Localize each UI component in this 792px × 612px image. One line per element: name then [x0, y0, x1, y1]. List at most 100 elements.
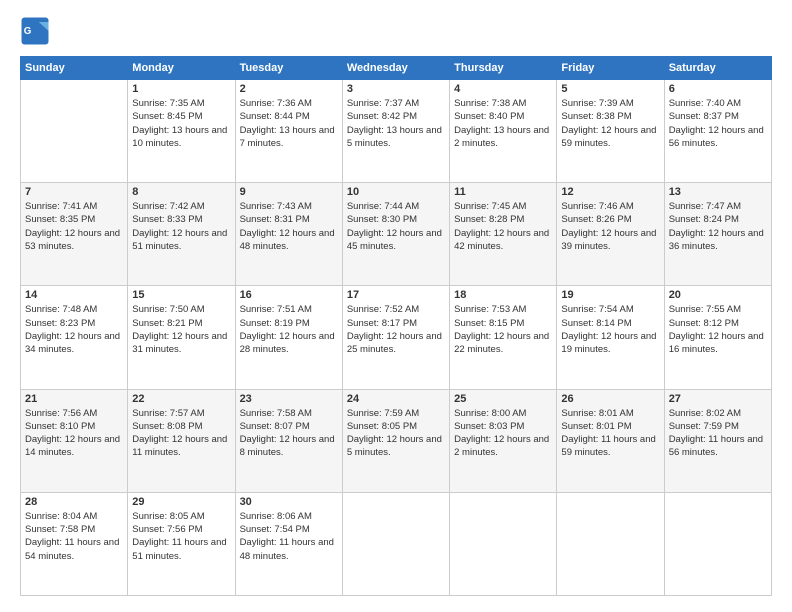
calendar-header-monday: Monday: [128, 57, 235, 80]
calendar-cell: 27Sunrise: 8:02 AMSunset: 7:59 PMDayligh…: [664, 389, 771, 492]
day-info: Sunrise: 7:54 AMSunset: 8:14 PMDaylight:…: [561, 303, 659, 356]
day-info: Sunrise: 8:05 AMSunset: 7:56 PMDaylight:…: [132, 510, 230, 563]
day-info: Sunrise: 8:06 AMSunset: 7:54 PMDaylight:…: [240, 510, 338, 563]
day-number: 17: [347, 289, 445, 301]
calendar-header-saturday: Saturday: [664, 57, 771, 80]
day-number: 4: [454, 83, 552, 95]
calendar-week-2: 7Sunrise: 7:41 AMSunset: 8:35 PMDaylight…: [21, 183, 772, 286]
day-number: 30: [240, 496, 338, 508]
day-info: Sunrise: 7:37 AMSunset: 8:42 PMDaylight:…: [347, 97, 445, 150]
calendar-cell: 19 Sunrise: 7:54 AMSunset: 8:14 PMDayligh…: [557, 286, 664, 389]
calendar-cell: 25 Sunrise: 8:00 AMSunset: 8:03 PMDayligh…: [450, 389, 557, 492]
page: G SundayMondayTuesdayWednesdayThursdayFr…: [0, 0, 792, 612]
calendar-table: SundayMondayTuesdayWednesdayThursdayFrid…: [20, 56, 772, 596]
day-number: 18: [454, 289, 552, 301]
calendar-cell: 30 Sunrise: 8:06 AMSunset: 7:54 PMDayligh…: [235, 492, 342, 595]
day-number: 11: [454, 186, 552, 198]
header: G: [20, 16, 772, 46]
svg-text:G: G: [24, 26, 32, 37]
day-info: Sunrise: 7:39 AMSunset: 8:38 PMDaylight:…: [561, 97, 659, 150]
calendar-cell: 5 Sunrise: 7:39 AMSunset: 8:38 PMDaylight…: [557, 80, 664, 183]
calendar-week-4: 21 Sunrise: 7:56 AMSunset: 8:10 PMDayligh…: [21, 389, 772, 492]
calendar-cell: 29Sunrise: 8:05 AMSunset: 7:56 PMDayligh…: [128, 492, 235, 595]
day-info: Sunrise: 7:57 AMSunset: 8:08 PMDaylight:…: [132, 407, 230, 460]
calendar-cell: [21, 80, 128, 183]
calendar-cell: [450, 492, 557, 595]
day-number: 20: [669, 289, 767, 301]
day-info: Sunrise: 7:42 AMSunset: 8:33 PMDaylight:…: [132, 200, 230, 253]
calendar-week-3: 14Sunrise: 7:48 AMSunset: 8:23 PMDayligh…: [21, 286, 772, 389]
day-number: 25: [454, 393, 552, 405]
day-number: 26: [561, 393, 659, 405]
day-number: 23: [240, 393, 338, 405]
calendar-cell: 23 Sunrise: 7:58 AMSunset: 8:07 PMDayligh…: [235, 389, 342, 492]
day-info: Sunrise: 7:55 AMSunset: 8:12 PMDaylight:…: [669, 303, 767, 356]
calendar-cell: 1Sunrise: 7:35 AMSunset: 8:45 PMDaylight…: [128, 80, 235, 183]
calendar-cell: 14Sunrise: 7:48 AMSunset: 8:23 PMDayligh…: [21, 286, 128, 389]
day-number: 12: [561, 186, 659, 198]
day-info: Sunrise: 7:40 AMSunset: 8:37 PMDaylight:…: [669, 97, 767, 150]
day-info: Sunrise: 8:01 AMSunset: 8:01 PMDaylight:…: [561, 407, 659, 460]
calendar-week-5: 28Sunrise: 8:04 AMSunset: 7:58 PMDayligh…: [21, 492, 772, 595]
calendar-week-1: 1Sunrise: 7:35 AMSunset: 8:45 PMDaylight…: [21, 80, 772, 183]
day-number: 16: [240, 289, 338, 301]
day-info: Sunrise: 7:56 AMSunset: 8:10 PMDaylight:…: [25, 407, 123, 460]
day-number: 24: [347, 393, 445, 405]
day-info: Sunrise: 7:38 AMSunset: 8:40 PMDaylight:…: [454, 97, 552, 150]
day-info: Sunrise: 7:50 AMSunset: 8:21 PMDaylight:…: [132, 303, 230, 356]
calendar-header-row: SundayMondayTuesdayWednesdayThursdayFrid…: [21, 57, 772, 80]
calendar-header-thursday: Thursday: [450, 57, 557, 80]
calendar-cell: 20 Sunrise: 7:55 AMSunset: 8:12 PMDayligh…: [664, 286, 771, 389]
calendar-cell: [557, 492, 664, 595]
calendar-cell: 24 Sunrise: 7:59 AMSunset: 8:05 PMDayligh…: [342, 389, 449, 492]
day-info: Sunrise: 7:53 AMSunset: 8:15 PMDaylight:…: [454, 303, 552, 356]
calendar-cell: 6Sunrise: 7:40 AMSunset: 8:37 PMDaylight…: [664, 80, 771, 183]
calendar-cell: 16 Sunrise: 7:51 AMSunset: 8:19 PMDayligh…: [235, 286, 342, 389]
day-number: 27: [669, 393, 767, 405]
day-info: Sunrise: 7:44 AMSunset: 8:30 PMDaylight:…: [347, 200, 445, 253]
day-info: Sunrise: 7:47 AMSunset: 8:24 PMDaylight:…: [669, 200, 767, 253]
day-number: 15: [132, 289, 230, 301]
calendar-cell: 15 Sunrise: 7:50 AMSunset: 8:21 PMDayligh…: [128, 286, 235, 389]
calendar-header-wednesday: Wednesday: [342, 57, 449, 80]
day-number: 13: [669, 186, 767, 198]
day-info: Sunrise: 7:45 AMSunset: 8:28 PMDaylight:…: [454, 200, 552, 253]
calendar-header-sunday: Sunday: [21, 57, 128, 80]
day-number: 3: [347, 83, 445, 95]
calendar-cell: 10 Sunrise: 7:44 AMSunset: 8:30 PMDayligh…: [342, 183, 449, 286]
calendar-cell: 11 Sunrise: 7:45 AMSunset: 8:28 PMDayligh…: [450, 183, 557, 286]
calendar-cell: 18 Sunrise: 7:53 AMSunset: 8:15 PMDayligh…: [450, 286, 557, 389]
calendar-cell: 2 Sunrise: 7:36 AMSunset: 8:44 PMDaylight…: [235, 80, 342, 183]
day-number: 7: [25, 186, 123, 198]
day-number: 5: [561, 83, 659, 95]
calendar-cell: 21 Sunrise: 7:56 AMSunset: 8:10 PMDayligh…: [21, 389, 128, 492]
day-info: Sunrise: 7:51 AMSunset: 8:19 PMDaylight:…: [240, 303, 338, 356]
calendar-cell: 9 Sunrise: 7:43 AMSunset: 8:31 PMDaylight…: [235, 183, 342, 286]
day-info: Sunrise: 7:52 AMSunset: 8:17 PMDaylight:…: [347, 303, 445, 356]
calendar-cell: 22Sunrise: 7:57 AMSunset: 8:08 PMDayligh…: [128, 389, 235, 492]
day-number: 19: [561, 289, 659, 301]
day-info: Sunrise: 8:04 AMSunset: 7:58 PMDaylight:…: [25, 510, 123, 563]
calendar-cell: 13 Sunrise: 7:47 AMSunset: 8:24 PMDayligh…: [664, 183, 771, 286]
day-number: 10: [347, 186, 445, 198]
day-info: Sunrise: 8:00 AMSunset: 8:03 PMDaylight:…: [454, 407, 552, 460]
day-info: Sunrise: 7:58 AMSunset: 8:07 PMDaylight:…: [240, 407, 338, 460]
calendar-cell: 4 Sunrise: 7:38 AMSunset: 8:40 PMDaylight…: [450, 80, 557, 183]
logo: G: [20, 16, 54, 46]
day-number: 9: [240, 186, 338, 198]
day-number: 21: [25, 393, 123, 405]
calendar-cell: 3 Sunrise: 7:37 AMSunset: 8:42 PMDaylight…: [342, 80, 449, 183]
day-info: Sunrise: 7:36 AMSunset: 8:44 PMDaylight:…: [240, 97, 338, 150]
day-info: Sunrise: 7:48 AMSunset: 8:23 PMDaylight:…: [25, 303, 123, 356]
calendar-cell: 17 Sunrise: 7:52 AMSunset: 8:17 PMDayligh…: [342, 286, 449, 389]
calendar-cell: 12 Sunrise: 7:46 AMSunset: 8:26 PMDayligh…: [557, 183, 664, 286]
day-number: 1: [132, 83, 230, 95]
calendar-cell: 26 Sunrise: 8:01 AMSunset: 8:01 PMDayligh…: [557, 389, 664, 492]
day-number: 2: [240, 83, 338, 95]
day-number: 8: [132, 186, 230, 198]
day-info: Sunrise: 7:43 AMSunset: 8:31 PMDaylight:…: [240, 200, 338, 253]
logo-icon: G: [20, 16, 50, 46]
day-info: Sunrise: 7:59 AMSunset: 8:05 PMDaylight:…: [347, 407, 445, 460]
day-info: Sunrise: 7:46 AMSunset: 8:26 PMDaylight:…: [561, 200, 659, 253]
calendar-cell: [342, 492, 449, 595]
